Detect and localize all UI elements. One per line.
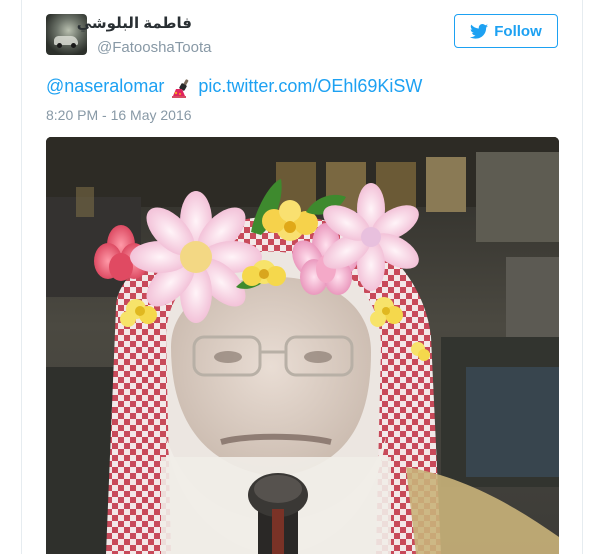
card-border-right: [582, 0, 583, 554]
pic-link[interactable]: pic.twitter.com/OEhl69KiSW: [198, 76, 422, 97]
user-handle[interactable]: @FatooshaToota: [97, 39, 211, 56]
follow-button[interactable]: Follow: [454, 14, 558, 48]
tweet-text: @naseralomar pic.twitter.com/OEhl69KiSW: [46, 76, 422, 98]
tweet-photo[interactable]: [46, 137, 559, 554]
mention-link[interactable]: @naseralomar: [46, 76, 164, 97]
nail-polish-emoji: [170, 78, 192, 98]
twitter-bird-icon: [470, 23, 489, 39]
tweet-card: فاطمة البلوشي @FatooshaToota Follow @nas…: [0, 0, 604, 554]
card-border-left: [21, 0, 22, 554]
timestamp[interactable]: 8:20 PM - 16 May 2016: [46, 107, 192, 123]
follow-label: Follow: [494, 22, 542, 40]
photo-illustration: [46, 137, 559, 554]
display-name[interactable]: فاطمة البلوشي: [77, 14, 192, 32]
